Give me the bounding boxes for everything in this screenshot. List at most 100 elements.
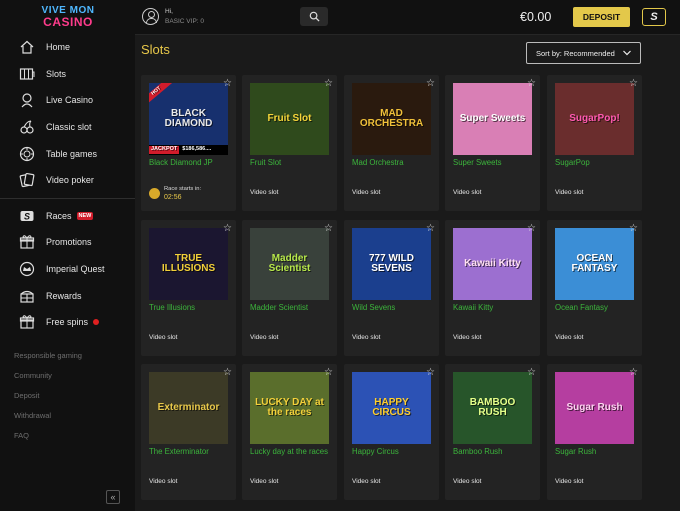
casino-logo[interactable]: VIVE MON CASINO (38, 6, 98, 29)
game-card[interactable]: SugarPop! ☆ SugarPop Video slot (547, 75, 642, 211)
game-card[interactable]: OCEAN FANTASY ☆ Ocean Fantasy Video slot (547, 220, 642, 356)
link-withdrawal[interactable]: Withdrawal (14, 406, 82, 426)
sidebar-item-slots[interactable]: Slots (0, 61, 135, 88)
game-name[interactable]: Super Sweets (453, 158, 533, 168)
race-clock-icon (149, 188, 160, 199)
sidebar-item-label: Slots (46, 68, 67, 79)
search-button[interactable] (300, 7, 328, 26)
link-faq[interactable]: FAQ (14, 426, 82, 446)
user-avatar-icon[interactable] (142, 8, 159, 25)
game-card[interactable]: Sugar Rush ☆ Sugar Rush Video slot (547, 364, 642, 500)
sidebar-item-rewards[interactable]: Rewards (0, 282, 135, 309)
sidebar-item-home[interactable]: Home (0, 34, 135, 61)
game-type: Video slot (352, 189, 381, 196)
vip-level: BASIC VIP: 0 (165, 18, 205, 25)
game-name[interactable]: Lucky day at the races (250, 447, 330, 457)
races-s-button[interactable]: S (642, 8, 666, 26)
game-type: Video slot (250, 334, 279, 341)
game-name[interactable]: Kawaii Kitty (453, 303, 533, 313)
deposit-button[interactable]: DEPOSIT (573, 7, 630, 27)
game-name[interactable]: Mad Orchestra (352, 158, 432, 168)
game-thumbnail[interactable]: Sugar Rush (555, 372, 634, 444)
game-thumbnail[interactable]: LUCKY DAY at the races (250, 372, 329, 444)
favorite-star-icon[interactable]: ☆ (223, 78, 232, 89)
sidebar-nav: Home Slots Live Casino Classic slot Tabl… (0, 34, 135, 336)
sidebar-item-classic-slot[interactable]: Classic slot (0, 114, 135, 141)
race-timer: Race starts in: 02:56 (149, 185, 229, 205)
favorite-star-icon[interactable]: ☆ (527, 78, 536, 89)
sidebar-item-label: Promotions (46, 237, 92, 248)
favorite-star-icon[interactable]: ☆ (527, 367, 536, 378)
favorite-star-icon[interactable]: ☆ (223, 367, 232, 378)
favorite-star-icon[interactable]: ☆ (223, 223, 232, 234)
favorite-star-icon[interactable]: ☆ (426, 223, 435, 234)
top-header: Hi, BASIC VIP: 0 €0.00 DEPOSIT S (135, 0, 680, 35)
favorite-star-icon[interactable]: ☆ (527, 223, 536, 234)
game-thumbnail[interactable]: Super Sweets (453, 83, 532, 155)
game-thumbnail[interactable]: SugarPop! (555, 83, 634, 155)
sidebar-item-live-casino[interactable]: Live Casino (0, 87, 135, 114)
game-name[interactable]: The Exterminator (149, 447, 229, 457)
sidebar-footer-links: Responsible gaming Community Deposit Wit… (14, 346, 82, 446)
game-thumbnail[interactable]: Madder Scientist (250, 228, 329, 300)
sidebar-item-promotions[interactable]: Promotions (0, 229, 135, 256)
game-name[interactable]: Ocean Fantasy (555, 303, 635, 313)
game-card[interactable]: Fruit Slot ☆ Fruit Slot Video slot (242, 75, 337, 211)
favorite-star-icon[interactable]: ☆ (324, 223, 333, 234)
favorite-star-icon[interactable]: ☆ (629, 367, 638, 378)
favorite-star-icon[interactable]: ☆ (324, 367, 333, 378)
game-card[interactable]: Super Sweets ☆ Super Sweets Video slot (445, 75, 540, 211)
account-balance: €0.00 (520, 10, 552, 24)
link-community[interactable]: Community (14, 366, 82, 386)
game-name[interactable]: Black Diamond JP (149, 158, 229, 168)
game-card[interactable]: TRUE ILLUSIONS ☆ True Illusions Video slot (141, 220, 236, 356)
race-label: Race starts in: (164, 186, 202, 192)
game-thumbnail[interactable]: MAD ORCHESTRA (352, 83, 431, 155)
game-card[interactable]: Kawaii Kitty ☆ Kawaii Kitty Video slot (445, 220, 540, 356)
game-thumbnail[interactable]: Kawaii Kitty (453, 228, 532, 300)
free-spins-icon (18, 314, 35, 331)
sidebar-item-label: Imperial Quest (46, 264, 105, 275)
game-card[interactable]: Madder Scientist ☆ Madder Scientist Video s… (242, 220, 337, 356)
sort-dropdown[interactable]: Sort by: Recommended (526, 42, 641, 64)
link-deposit[interactable]: Deposit (14, 386, 82, 406)
game-thumbnail[interactable]: HAPPY CIRCUS (352, 372, 431, 444)
game-card[interactable]: BAMBOO RUSH ☆ Bamboo Rush Video slot (445, 364, 540, 500)
game-card[interactable]: Exterminator ☆ The Exterminator Video slot (141, 364, 236, 500)
game-name[interactable]: Sugar Rush (555, 447, 635, 457)
game-thumbnail[interactable]: 777 WILD SEVENS (352, 228, 431, 300)
favorite-star-icon[interactable]: ☆ (629, 78, 638, 89)
favorite-star-icon[interactable]: ☆ (426, 78, 435, 89)
game-thumbnail[interactable]: Fruit Slot (250, 83, 329, 155)
jackpot-amount: $186,586.... (182, 146, 212, 153)
game-thumbnail[interactable]: BLACK DIAMOND HOT JACKPOT $186,586.... (149, 83, 228, 155)
table-games-icon (18, 145, 35, 162)
game-name[interactable]: SugarPop (555, 158, 635, 168)
game-card[interactable]: BLACK DIAMOND HOT JACKPOT $186,586.... ☆ Blac… (141, 75, 236, 211)
favorite-star-icon[interactable]: ☆ (324, 78, 333, 89)
sidebar-item-imperial-quest[interactable]: Imperial Quest (0, 256, 135, 283)
game-name[interactable]: Bamboo Rush (453, 447, 533, 457)
game-card[interactable]: 777 WILD SEVENS ☆ Wild Sevens Video slot (344, 220, 439, 356)
sidebar-item-video-poker[interactable]: Video poker (0, 167, 135, 194)
sidebar-item-table-games[interactable]: Table games (0, 140, 135, 167)
game-name[interactable]: True Illusions (149, 303, 229, 313)
favorite-star-icon[interactable]: ☆ (426, 367, 435, 378)
link-responsible-gaming[interactable]: Responsible gaming (14, 346, 82, 366)
sidebar-collapse-button[interactable]: « (106, 490, 120, 504)
sidebar-item-label: Classic slot (46, 122, 92, 133)
game-name[interactable]: Fruit Slot (250, 158, 330, 168)
game-card[interactable]: LUCKY DAY at the races ☆ Lucky day at the … (242, 364, 337, 500)
sidebar-item-races[interactable]: S Races NEW (0, 203, 135, 230)
game-card[interactable]: HAPPY CIRCUS ☆ Happy Circus Video slot (344, 364, 439, 500)
game-card[interactable]: MAD ORCHESTRA ☆ Mad Orchestra Video slot (344, 75, 439, 211)
game-name[interactable]: Happy Circus (352, 447, 432, 457)
game-name[interactable]: Madder Scientist (250, 303, 330, 313)
game-thumbnail[interactable]: TRUE ILLUSIONS (149, 228, 228, 300)
game-thumbnail[interactable]: BAMBOO RUSH (453, 372, 532, 444)
game-thumbnail[interactable]: Exterminator (149, 372, 228, 444)
favorite-star-icon[interactable]: ☆ (629, 223, 638, 234)
sidebar-item-free-spins[interactable]: Free spins (0, 309, 135, 336)
game-name[interactable]: Wild Sevens (352, 303, 432, 313)
game-thumbnail[interactable]: OCEAN FANTASY (555, 228, 634, 300)
